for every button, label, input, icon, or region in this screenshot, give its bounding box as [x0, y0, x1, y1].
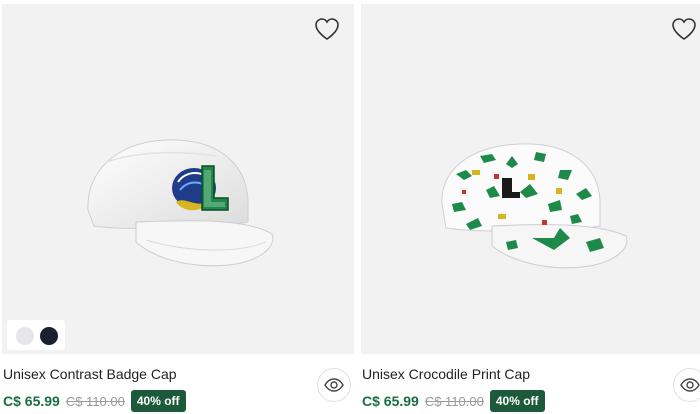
price-row: C$ 65.99 C$ 110.00 40% off	[362, 389, 545, 413]
product-card[interactable]: Unisex Crocodile Print Cap C$ 65.99 C$ 1…	[361, 4, 700, 414]
product-title[interactable]: Unisex Contrast Badge Cap	[3, 366, 177, 382]
original-price: C$ 110.00	[424, 393, 484, 409]
product-image-area[interactable]	[2, 4, 354, 354]
product-card[interactable]: Unisex Contrast Badge Cap C$ 65.99 C$ 11…	[2, 4, 354, 414]
quick-view-button[interactable]	[317, 368, 351, 402]
crocodile-print-cap-image	[436, 134, 636, 284]
discount-badge: 40% off	[489, 390, 545, 412]
price-row: C$ 65.99 C$ 110.00 40% off	[3, 389, 186, 413]
product-image-area[interactable]	[361, 4, 700, 354]
wishlist-heart-icon[interactable]	[671, 17, 697, 41]
quick-view-button[interactable]	[673, 368, 700, 402]
contrast-badge-cap-image	[76, 122, 286, 282]
swatch-navy[interactable]	[40, 327, 58, 345]
eye-icon	[324, 378, 344, 392]
swatch-white[interactable]	[16, 327, 34, 345]
color-swatches	[7, 320, 65, 350]
eye-icon	[680, 378, 700, 392]
product-title[interactable]: Unisex Crocodile Print Cap	[362, 366, 530, 382]
original-price: C$ 110.00	[65, 393, 125, 409]
wishlist-heart-icon[interactable]	[314, 17, 340, 41]
sale-price: C$ 65.99	[362, 393, 419, 409]
discount-badge: 40% off	[130, 390, 186, 412]
sale-price: C$ 65.99	[3, 393, 60, 409]
